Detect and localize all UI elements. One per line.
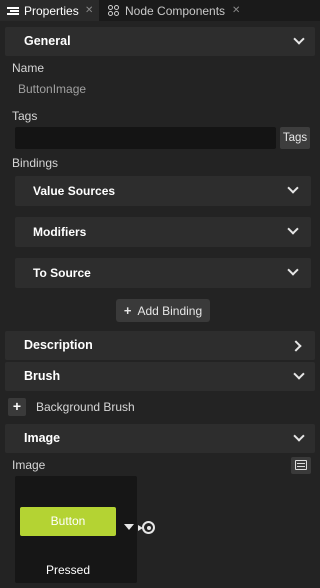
modifiers-title: Modifiers [33, 225, 87, 239]
tab-bar: Properties ✕ Node Components ✕ [0, 0, 320, 21]
image-preview[interactable]: Button Pressed [15, 476, 137, 583]
chevron-down-icon [293, 430, 305, 442]
section-image-title: Image [24, 431, 61, 445]
tab-properties-label: Properties [24, 3, 79, 18]
section-brush-title: Brush [24, 369, 61, 383]
section-brush[interactable]: Brush [5, 362, 315, 391]
image-label: Image [12, 458, 46, 472]
close-icon[interactable]: ✕ [85, 5, 93, 16]
name-value[interactable]: ButtonImage [18, 82, 86, 96]
node-components-icon [108, 4, 120, 17]
list-icon [7, 5, 19, 17]
chevron-down-icon [287, 223, 299, 235]
tab-properties[interactable]: Properties ✕ [0, 0, 99, 21]
add-binding-button[interactable]: + Add Binding [116, 299, 210, 322]
modifiers-header[interactable]: Modifiers [15, 217, 311, 247]
chevron-right-icon [290, 340, 302, 352]
image-browser-icon [295, 460, 307, 470]
tags-button[interactable]: Tags [280, 127, 310, 149]
chevron-down-icon [293, 33, 305, 45]
section-description[interactable]: Description [5, 331, 315, 360]
dropdown-arrow-icon[interactable] [124, 524, 134, 530]
section-description-title: Description [24, 338, 93, 352]
preview-caption: Pressed [45, 563, 91, 577]
add-binding-label: Add Binding [137, 303, 203, 318]
browse-image-button[interactable] [291, 457, 311, 474]
value-sources-header[interactable]: Value Sources [15, 176, 311, 206]
plus-icon: + [123, 303, 132, 318]
revert-icon[interactable] [138, 521, 155, 534]
tab-node-components[interactable]: Node Components ✕ [101, 0, 246, 21]
to-source-title: To Source [33, 266, 91, 280]
close-icon[interactable]: ✕ [232, 5, 240, 16]
section-general-title: General [24, 34, 71, 48]
add-background-brush-button[interactable]: + [8, 398, 26, 416]
tags-input[interactable] [15, 127, 276, 149]
section-general[interactable]: General [5, 27, 315, 56]
background-brush-label: Background Brush [36, 400, 135, 414]
bindings-label: Bindings [12, 156, 59, 170]
value-sources-title: Value Sources [33, 184, 116, 198]
to-source-header[interactable]: To Source [15, 258, 311, 288]
section-image[interactable]: Image [5, 424, 315, 453]
button-preview: Button [20, 507, 116, 536]
tags-label: Tags [12, 109, 38, 123]
chevron-down-icon [293, 368, 305, 380]
tab-node-components-label: Node Components [125, 3, 226, 18]
name-label: Name [12, 61, 45, 75]
chevron-down-icon [287, 264, 299, 276]
chevron-down-icon [287, 182, 299, 194]
